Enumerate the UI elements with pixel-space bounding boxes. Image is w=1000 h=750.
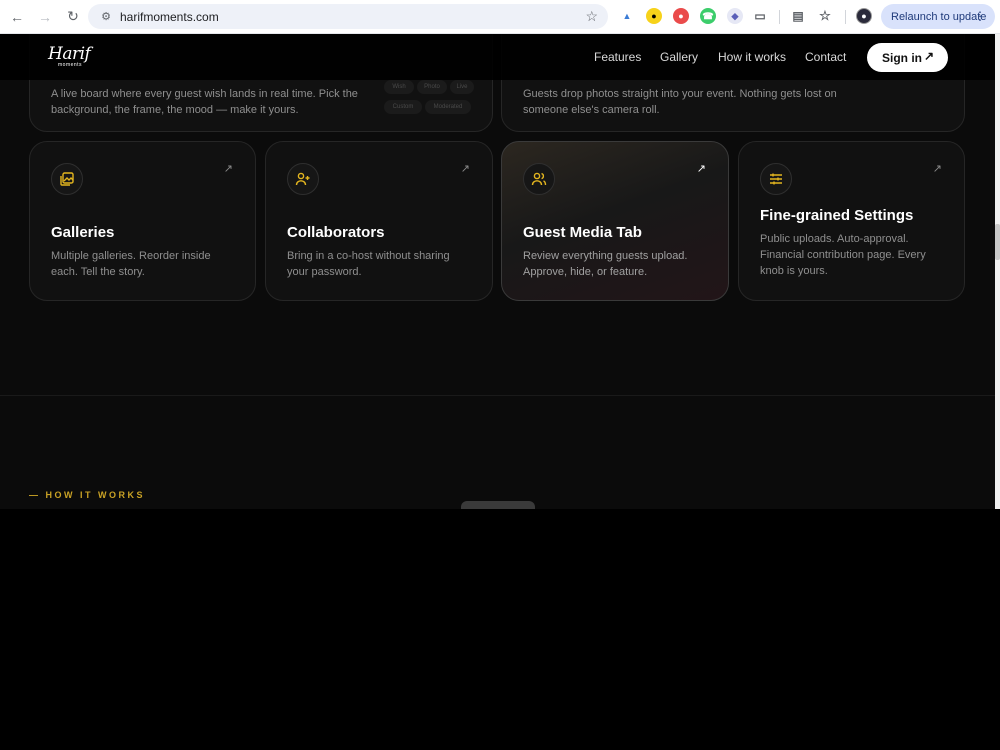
card-title: Collaborators	[287, 224, 385, 241]
forward-icon[interactable]: →	[32, 4, 58, 30]
url-text: harifmoments.com	[120, 9, 219, 24]
bookmarks-icon[interactable]: ☆	[817, 8, 833, 24]
arrow-up-right-icon[interactable]: ↗	[933, 162, 942, 175]
section-eyebrow: — HOW IT WORKS	[29, 490, 145, 500]
arrow-up-right-icon[interactable]: ↗	[461, 162, 470, 175]
address-bar[interactable]: ⚙ harifmoments.com ☆	[88, 4, 608, 29]
reading-list-icon[interactable]: ▤	[790, 8, 806, 24]
bookmark-star-icon[interactable]: ☆	[585, 8, 598, 25]
sign-in-label: Sign in	[882, 50, 922, 65]
card-description: Guests drop photos straight into your ev…	[523, 88, 837, 116]
page-viewport: A live board where every guest wish land…	[0, 34, 995, 509]
chip: Live	[450, 80, 474, 94]
scrollbar-thumb[interactable]	[995, 224, 1000, 260]
whatsapp-icon[interactable]: ☎	[700, 8, 716, 24]
chip: Wish	[384, 80, 414, 94]
nav-contact[interactable]: Contact	[805, 50, 846, 64]
extension-icon-3[interactable]: ●	[673, 8, 689, 24]
site-info-icon[interactable]: ⚙	[94, 10, 118, 23]
card-title: Fine-grained Settings	[760, 207, 914, 224]
extension-icon-2[interactable]: ●	[646, 8, 662, 24]
browser-toolbar: ← → ↻ ⚙ harifmoments.com ☆ ▲ ● ● ☎ ◆ ▭ ▤…	[0, 0, 1000, 34]
extension-icon-1[interactable]: ▲	[619, 8, 635, 24]
nav-how-it-works[interactable]: How it works	[718, 50, 786, 64]
reload-icon[interactable]: ↻	[60, 4, 86, 30]
profile-avatar[interactable]: ●	[856, 8, 872, 24]
more-menu-icon[interactable]: ⋮	[974, 9, 986, 23]
users-icon	[523, 163, 555, 195]
chip: Custom	[384, 100, 422, 114]
shield-icon[interactable]: ◆	[727, 8, 743, 24]
toolbar-divider	[779, 10, 780, 24]
user-plus-icon	[287, 163, 319, 195]
relaunch-label: Relaunch to update	[891, 10, 987, 23]
relaunch-button[interactable]: Relaunch to update ⋮	[881, 4, 995, 29]
section-divider	[0, 395, 995, 396]
card-title: Guest Media Tab	[523, 224, 642, 241]
card-description: Review everything guests upload. Approve…	[523, 250, 688, 278]
back-icon[interactable]: ←	[4, 4, 30, 30]
floating-pill[interactable]	[461, 501, 535, 509]
gallery-icon	[51, 163, 83, 195]
sliders-icon	[760, 163, 792, 195]
arrow-up-right-icon[interactable]: ↗	[697, 162, 706, 175]
arrow-up-right-icon: ↗	[923, 49, 934, 63]
feature-card-galleries[interactable]: ↗ Galleries Multiple galleries. Reorder …	[29, 141, 256, 301]
arrow-up-right-icon[interactable]: ↗	[224, 162, 233, 175]
site-header: Harif moments Features Gallery How it wo…	[0, 34, 995, 80]
site-logo[interactable]: Harif	[48, 44, 91, 64]
chip: Moderated	[425, 100, 471, 114]
card-description: Bring in a co-host without sharing your …	[287, 250, 450, 278]
toolbar-divider	[845, 10, 846, 24]
puzzle-icon[interactable]: ▭	[752, 8, 768, 24]
chip: Photo	[417, 80, 447, 94]
sign-in-button[interactable]: Sign in ↗	[867, 43, 948, 72]
feature-card-settings[interactable]: ↗ Fine-grained Settings Public uploads. …	[738, 141, 965, 301]
card-description: Public uploads. Auto-approval. Financial…	[760, 233, 926, 277]
card-description: Multiple galleries. Reorder inside each.…	[51, 250, 211, 278]
page-scrollbar[interactable]	[995, 34, 1000, 509]
nav-features[interactable]: Features	[594, 50, 641, 64]
feature-card-collaborators[interactable]: ↗ Collaborators Bring in a co-host witho…	[265, 141, 493, 301]
site-logo-subtitle: moments	[58, 62, 83, 68]
nav-gallery[interactable]: Gallery	[660, 50, 698, 64]
feature-card-guest-media[interactable]: ↗ Guest Media Tab Review everything gues…	[501, 141, 729, 301]
card-description: A live board where every guest wish land…	[51, 88, 358, 116]
card-title: Galleries	[51, 224, 115, 241]
